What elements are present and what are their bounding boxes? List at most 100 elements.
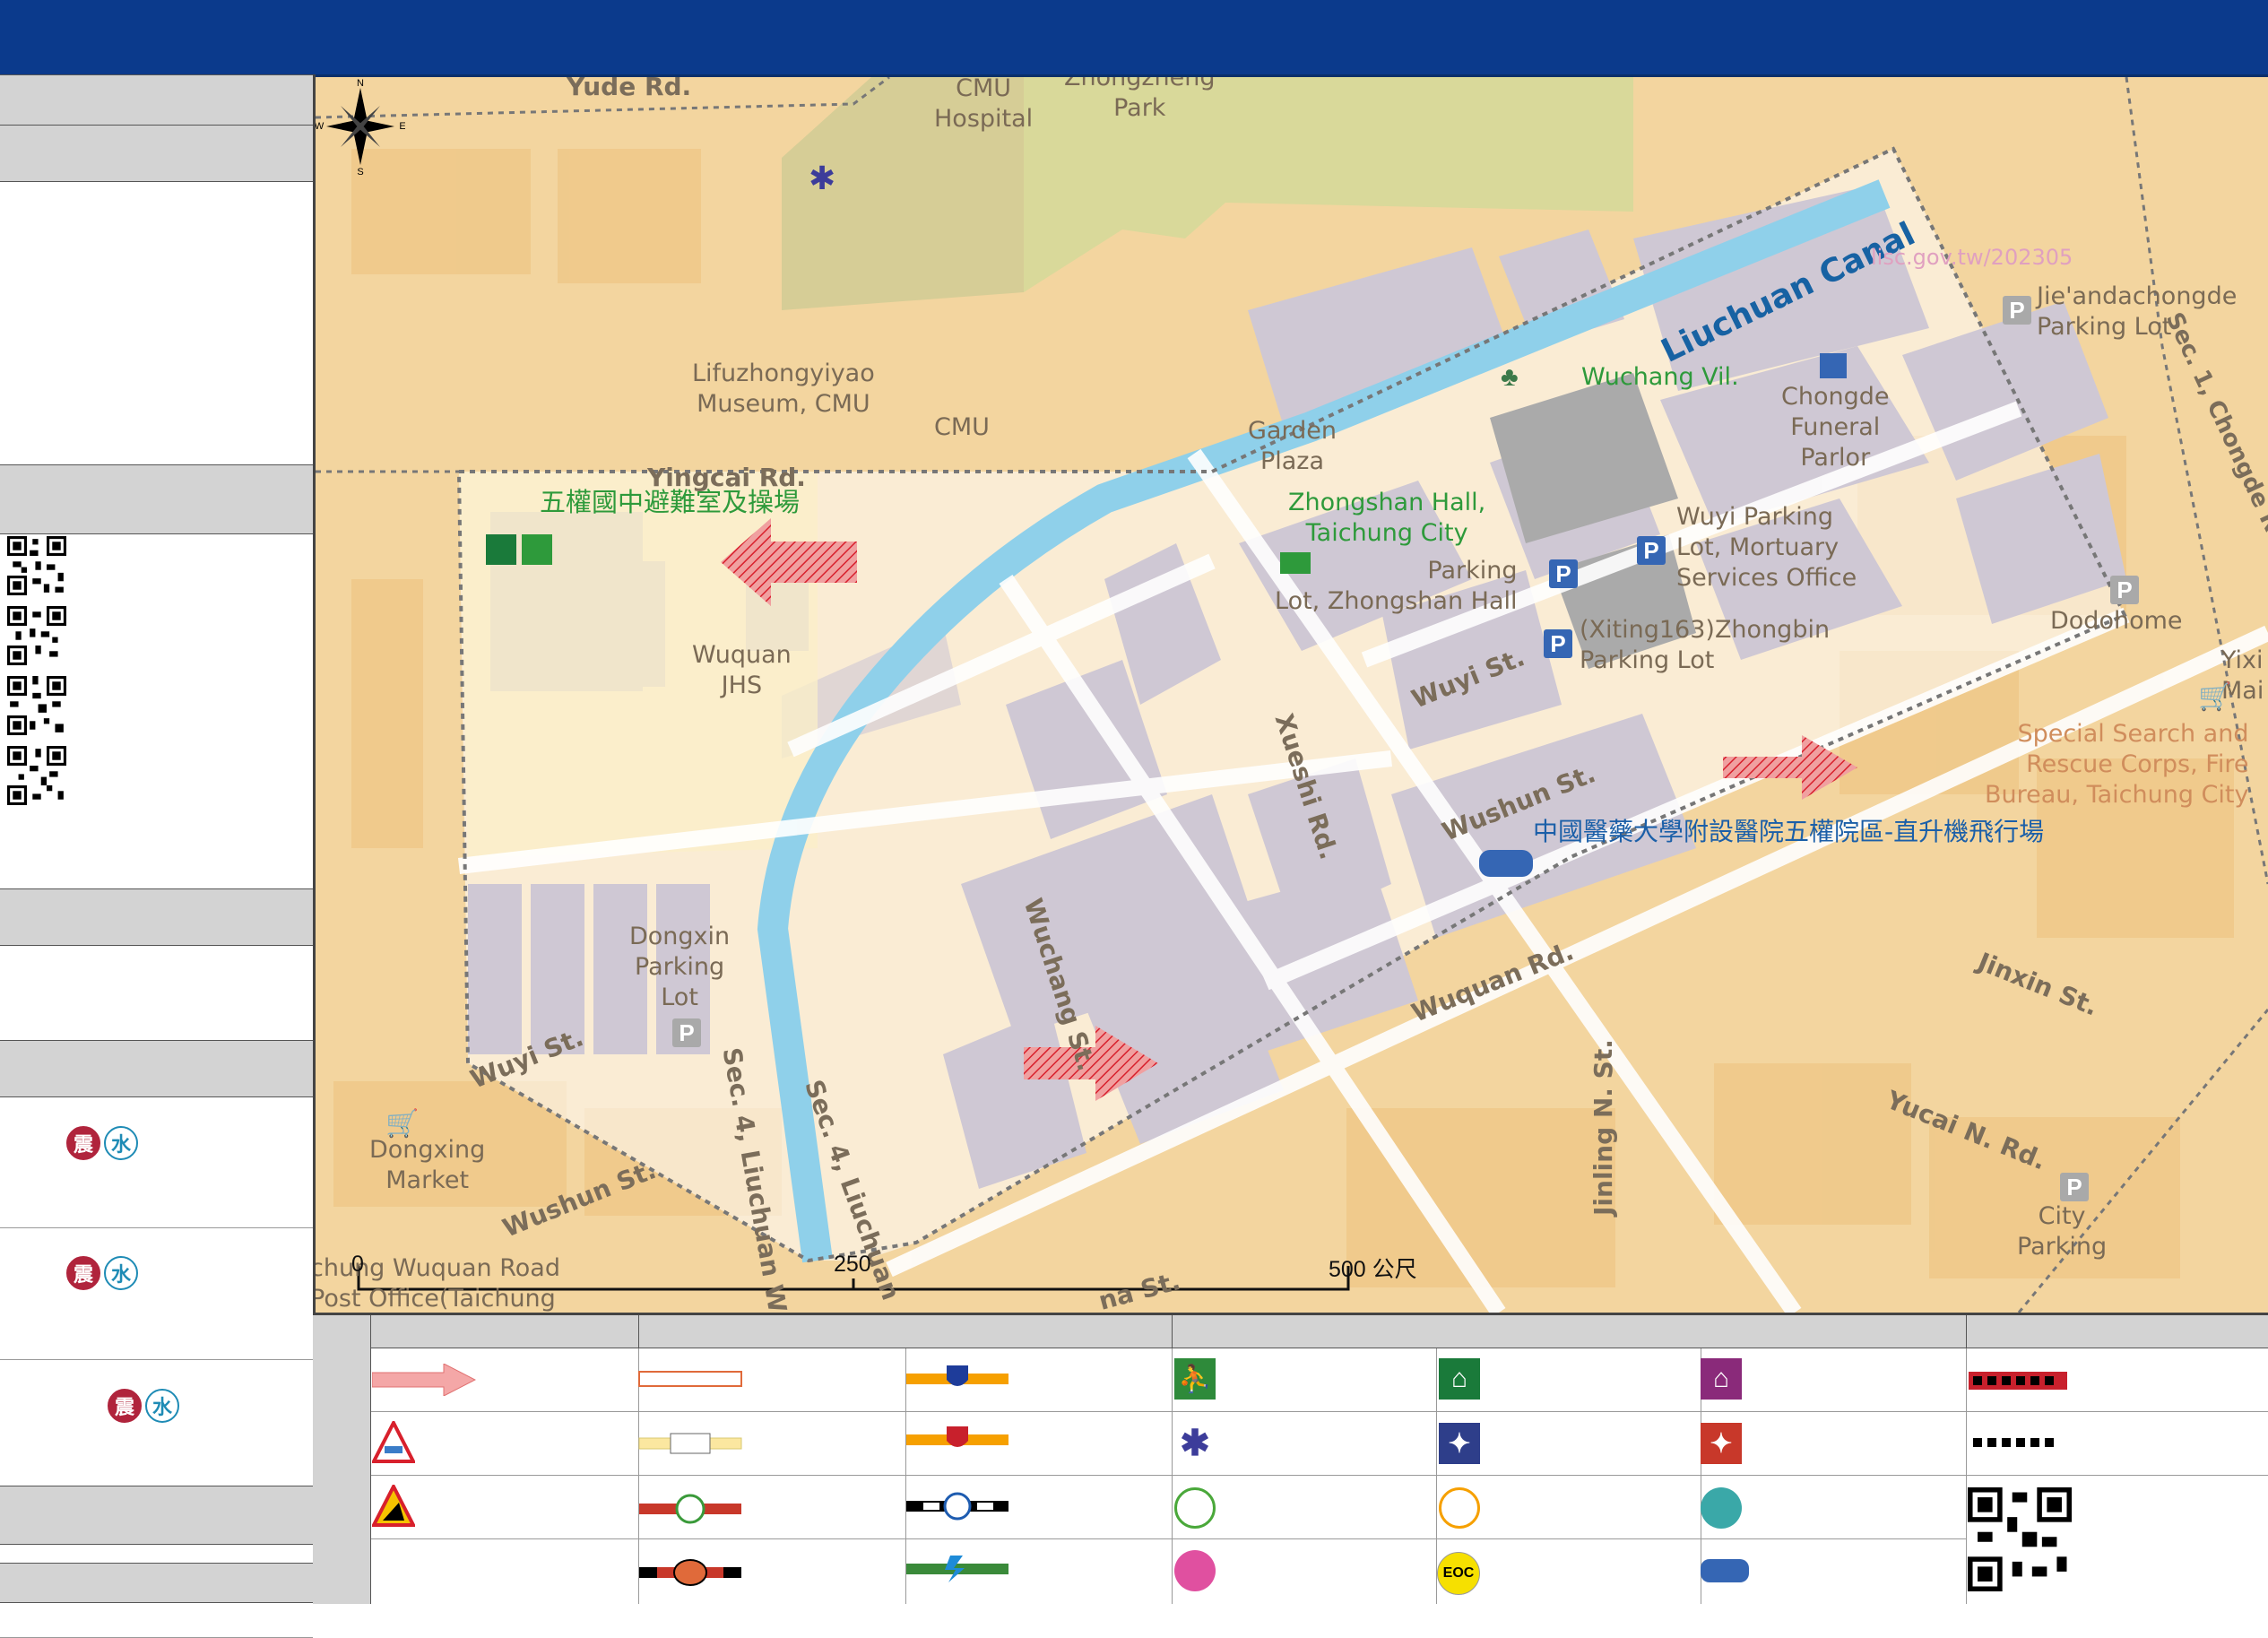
street-label: Yude Rd.: [567, 77, 692, 101]
sidebar-info-block: [0, 945, 313, 1041]
sidebar-shelter-item: [0, 1096, 313, 1228]
eoc-legend-icon: EOC: [1437, 1552, 1480, 1595]
sidebar: 震 水 震 水 震 水: [0, 74, 316, 1638]
parking-icon: P: [2060, 1173, 2089, 1201]
scale-label-mid: 250: [834, 1252, 871, 1277]
map-label: Dongxing Market: [369, 1136, 486, 1194]
north-arrow-icon: N S W E: [316, 78, 405, 176]
parking-icon: P: [1637, 536, 1666, 565]
park-tree-icon: ♣: [1501, 362, 1519, 392]
welfare-legend-icon: ⌂: [1701, 1358, 1742, 1400]
map-label: Wuyi Parking Lot, Mortuary Services Offi…: [1676, 503, 1857, 592]
sidebar-section-bar: [0, 1563, 313, 1603]
map-label: CMU: [934, 413, 990, 441]
legend-header: [639, 1315, 1173, 1348]
road-legend-icon: [638, 1371, 742, 1387]
hsr-legend-icon: [906, 1556, 1008, 1582]
medical-legend-icon: ✱: [1174, 1423, 1216, 1464]
flood-badge-icon: 水: [104, 1256, 138, 1290]
village-boundary-legend-icon: [1973, 1438, 2054, 1447]
helipad-label[interactable]: 中國醫藥大學附設醫院五權院區-直升機飛行場: [1533, 816, 2044, 847]
highway-legend-icon: [906, 1426, 1008, 1447]
parking-icon: P: [2003, 296, 2031, 325]
funeral-icon: [1820, 353, 1847, 378]
police-legend-icon: ✦: [1439, 1423, 1480, 1464]
earthquake-badge-icon: 震: [108, 1389, 142, 1423]
flood-warning-icon: [372, 1421, 415, 1463]
sidebar-shelter-item: [0, 1360, 313, 1486]
parking-icon: P: [2110, 576, 2139, 604]
market-icon: 🛒: [385, 1109, 420, 1139]
road-legend-icon: [638, 1433, 742, 1454]
sidebar-section-bar: [0, 125, 313, 182]
map-label: Parking Lot, Zhongshan Hall: [1275, 557, 1518, 615]
watermark-text: lisc.gov.tw/202305: [1871, 245, 2073, 270]
street-label: Jinling N. St.: [1588, 1039, 1618, 1216]
sidebar-section-bar: [0, 1040, 313, 1097]
map-label: Wuquan JHS: [692, 641, 792, 699]
helipad-legend-icon: [1701, 1559, 1749, 1582]
landslide-warning-icon: [372, 1485, 415, 1527]
legend-header: [1967, 1315, 2268, 1348]
legend-header: [371, 1315, 639, 1348]
boundary-legend-icon: [1969, 1372, 2067, 1390]
parking-icon: P: [1549, 559, 1578, 588]
railway-legend-icon: [906, 1492, 1008, 1521]
helicopter-icon: [1479, 850, 1533, 877]
scale-label-zero: 0: [351, 1252, 364, 1277]
sidebar-section-bar: [0, 888, 313, 946]
sidebar-section-bar: [0, 1486, 313, 1545]
road-legend-icon: [639, 1494, 741, 1524]
earthquake-badge-icon: 震: [66, 1126, 100, 1160]
map-label: Wuchang Vil.: [1581, 363, 1739, 391]
parking-icon: P: [1544, 629, 1572, 658]
elderly-shelter-legend-icon: [1439, 1487, 1480, 1529]
hazard-badges: 震 水: [66, 1126, 138, 1160]
flood-badge-icon: 水: [104, 1126, 138, 1160]
map-label: Garden Plaza: [1248, 417, 1337, 475]
sidebar-qr-block: [0, 464, 313, 889]
legend-side-bar: [313, 1315, 371, 1604]
hospital-icon: ✱: [809, 160, 836, 196]
legend-header: [1173, 1315, 1967, 1348]
earthquake-badge-icon: 震: [66, 1256, 100, 1290]
hazard-badges: 震 水: [66, 1256, 138, 1290]
hazard-badges: 震 水: [108, 1389, 179, 1423]
map-label: Dongxin Parking Lot: [629, 923, 731, 1011]
highway-legend-icon: [906, 1365, 1008, 1386]
flood-badge-icon: 水: [145, 1389, 179, 1423]
map-label: Zhongzheng Park: [1064, 77, 1216, 122]
map-label: City Parking: [2017, 1202, 2108, 1261]
svg-text:N: N: [357, 78, 364, 89]
sidebar-info-block: [0, 181, 313, 465]
scale-label-end: 500 公尺: [1329, 1257, 1417, 1282]
evacuation-arrow-legend-icon: [372, 1364, 476, 1396]
shelter-building-legend-icon: ⌂: [1439, 1358, 1480, 1400]
map-label: Chongde Funeral Parlor: [1781, 383, 1890, 472]
map-label: Jie'andachongde Parking Lot: [2037, 282, 2238, 341]
parking-icon: P: [672, 1018, 701, 1047]
svg-text:E: E: [399, 121, 405, 132]
map-label: Zhongshan Hall, Taichung City: [1288, 489, 1486, 547]
shop-icon: 🛒: [2198, 682, 2232, 712]
evacuation-map[interactable]: Yude Rd. CMU Hospital Zhongzheng Park Li…: [316, 77, 2268, 1313]
map-label: (Xiting163)Zhongbin Parking Lot: [1580, 616, 1831, 674]
map-label: Special Search and Rescue Corps, Fire Bu…: [1985, 720, 2249, 809]
qr-code-icon[interactable]: [1968, 1487, 2072, 1591]
header-bar: [0, 0, 2268, 77]
shelter-label[interactable]: 五權國中避難室及操場: [540, 486, 800, 518]
map-label: Dodohome: [2050, 607, 2183, 635]
map-legend: ⛹ ✱ ⌂ ✦ EOC ⌂ ✦: [313, 1313, 2268, 1604]
nursery-legend-icon: [1701, 1487, 1742, 1529]
camera-icon: [1280, 552, 1311, 574]
road-legend-icon: [639, 1559, 741, 1586]
svg-text:S: S: [357, 167, 363, 176]
sidebar-shelter-item: [0, 1228, 313, 1360]
shelter-icon: [486, 534, 516, 565]
evacuation-shelter-legend-icon: ⛹: [1174, 1358, 1216, 1400]
svg-text:W: W: [316, 121, 325, 132]
accessible-shelter-legend-icon: [1174, 1487, 1216, 1529]
care-legend-icon: [1174, 1550, 1216, 1591]
sidebar-section-bar: [0, 74, 313, 126]
map-label: CMU Hospital: [934, 77, 1034, 133]
